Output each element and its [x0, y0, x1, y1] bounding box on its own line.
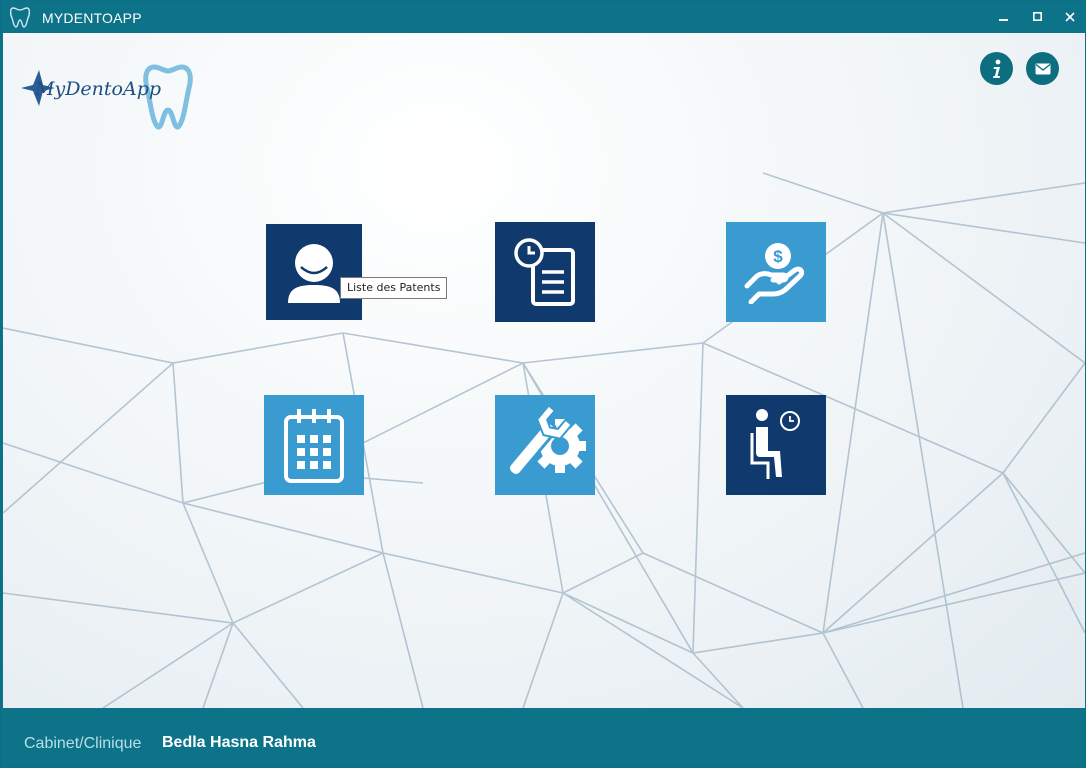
patients-tile[interactable]	[266, 224, 362, 320]
maximize-icon	[1033, 12, 1043, 22]
window-title: MYDENTOAPP	[42, 10, 142, 26]
patient-icon	[288, 244, 340, 303]
calendar-icon	[284, 409, 344, 483]
minimize-icon	[999, 19, 1008, 21]
title-bar[interactable]: MYDENTOAPP	[1, 1, 1086, 33]
tooth-app-icon	[9, 7, 31, 28]
svg-text:$: $	[773, 247, 783, 266]
payments-tile[interactable]: $	[726, 222, 826, 322]
mail-button[interactable]	[1026, 52, 1059, 85]
appointment-clipboard-icon	[514, 238, 575, 306]
clinic-name: Bedla Hasna Rahma	[162, 734, 316, 751]
app-window: MYDENTOAPP MyDentoApp $ Liste des Patent…	[0, 0, 1086, 768]
patients-tooltip: Liste des Patents	[340, 277, 448, 299]
logo-text: MyDentoApp	[35, 78, 162, 100]
maximize-button[interactable]	[1021, 1, 1055, 33]
footer-bar: Cabinet/Clinique Bedla Hasna Rahma	[3, 708, 1085, 767]
main-content: MyDentoApp $	[3, 33, 1085, 708]
info-icon	[992, 59, 1000, 78]
clinic-label: Cabinet/Clinique	[24, 735, 142, 752]
info-button[interactable]	[980, 52, 1013, 85]
settings-tile[interactable]	[495, 395, 595, 495]
waiting-room-tile[interactable]	[726, 395, 826, 495]
waiting-room-icon	[750, 409, 800, 479]
minimize-button[interactable]	[987, 1, 1021, 33]
mail-icon	[1035, 63, 1050, 74]
payment-hand-icon: $	[744, 243, 805, 304]
settings-tools-icon	[506, 404, 586, 477]
calendar-tile[interactable]	[264, 395, 364, 495]
close-icon	[1065, 12, 1075, 22]
appointments-tile[interactable]	[495, 222, 595, 322]
close-button[interactable]	[1053, 1, 1086, 33]
